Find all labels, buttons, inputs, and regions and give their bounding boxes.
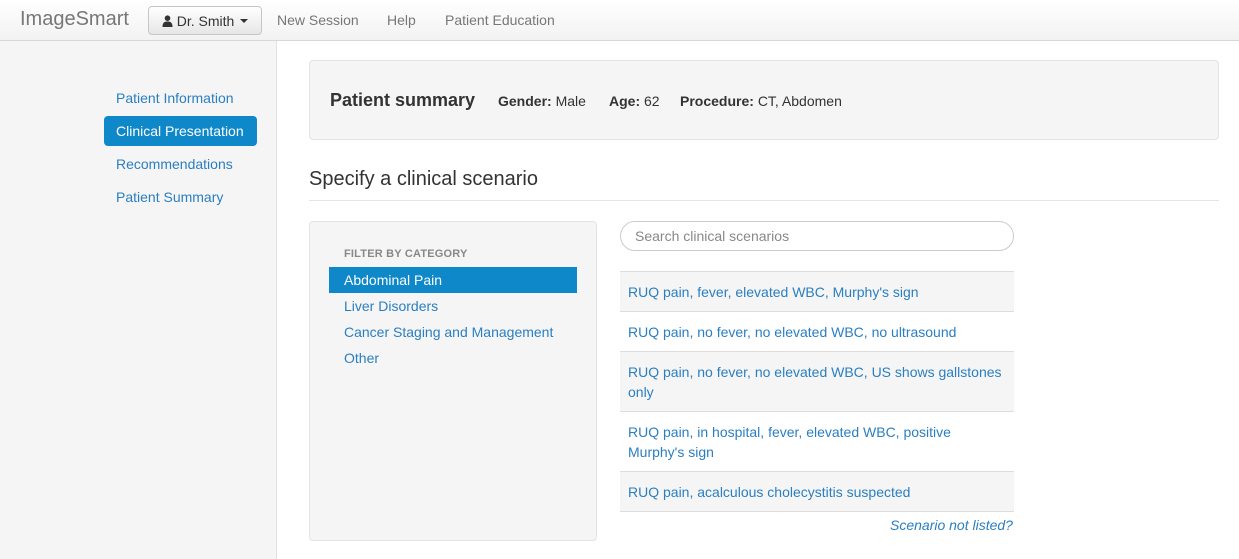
sidebar-item-patient-summary[interactable]: Patient Summary xyxy=(104,182,235,212)
scenario-not-listed-link[interactable]: Scenario not listed? xyxy=(890,517,1013,533)
category-filter-panel: FILTER BY CATEGORY Abdominal Pain Liver … xyxy=(309,221,597,541)
sidebar-item-clinical-presentation[interactable]: Clinical Presentation xyxy=(104,116,257,146)
scenario-item[interactable]: RUQ pain, no fever, no elevated WBC, no … xyxy=(620,312,1014,352)
age-value: 62 xyxy=(644,93,660,109)
patient-summary-panel: Patient summary Gender: Male Age: 62 Pro… xyxy=(309,60,1219,140)
user-icon xyxy=(162,14,173,27)
nav-help[interactable]: Help xyxy=(387,12,416,28)
caret-down-icon xyxy=(240,18,249,23)
nav-patient-education[interactable]: Patient Education xyxy=(445,12,555,28)
sidebar: Patient Information Clinical Presentatio… xyxy=(0,41,277,559)
patient-summary-title: Patient summary xyxy=(330,90,476,110)
top-navbar: ImageSmart Dr. Smith New Session Help Pa… xyxy=(0,0,1239,41)
scenario-list: RUQ pain, fever, elevated WBC, Murphy's … xyxy=(620,271,1014,512)
procedure-field: Procedure: CT, Abdomen xyxy=(680,93,842,109)
filter-heading: FILTER BY CATEGORY xyxy=(344,248,468,260)
gender-value: Male xyxy=(555,93,586,109)
category-abdominal-pain[interactable]: Abdominal Pain xyxy=(329,267,577,293)
search-input[interactable] xyxy=(620,221,1014,251)
scenario-item[interactable]: RUQ pain, acalculous cholecystitis suspe… xyxy=(620,472,1014,512)
sidebar-item-patient-information[interactable]: Patient Information xyxy=(104,83,246,113)
divider xyxy=(309,200,1219,201)
age-field: Age: 62 xyxy=(609,93,660,109)
user-menu-button[interactable]: Dr. Smith xyxy=(148,6,262,35)
scenario-item[interactable]: RUQ pain, no fever, no elevated WBC, US … xyxy=(620,352,1014,412)
nav-new-session[interactable]: New Session xyxy=(277,12,359,28)
category-cancer-staging[interactable]: Cancer Staging and Management xyxy=(329,319,577,345)
category-liver-disorders[interactable]: Liver Disorders xyxy=(329,293,577,319)
scenario-item[interactable]: RUQ pain, fever, elevated WBC, Murphy's … xyxy=(620,272,1014,312)
procedure-value: CT, Abdomen xyxy=(757,93,842,109)
scenario-item[interactable]: RUQ pain, in hospital, fever, elevated W… xyxy=(620,412,1014,472)
gender-field: Gender: Male xyxy=(498,93,586,109)
user-menu-label: Dr. Smith xyxy=(176,12,235,29)
category-other[interactable]: Other xyxy=(329,345,577,371)
sidebar-item-recommendations[interactable]: Recommendations xyxy=(104,149,245,179)
gender-label: Gender: xyxy=(498,93,552,109)
brand-logo[interactable]: ImageSmart xyxy=(20,8,129,31)
section-title: Specify a clinical scenario xyxy=(309,168,538,190)
age-label: Age: xyxy=(609,93,641,109)
procedure-label: Procedure: xyxy=(680,93,754,109)
